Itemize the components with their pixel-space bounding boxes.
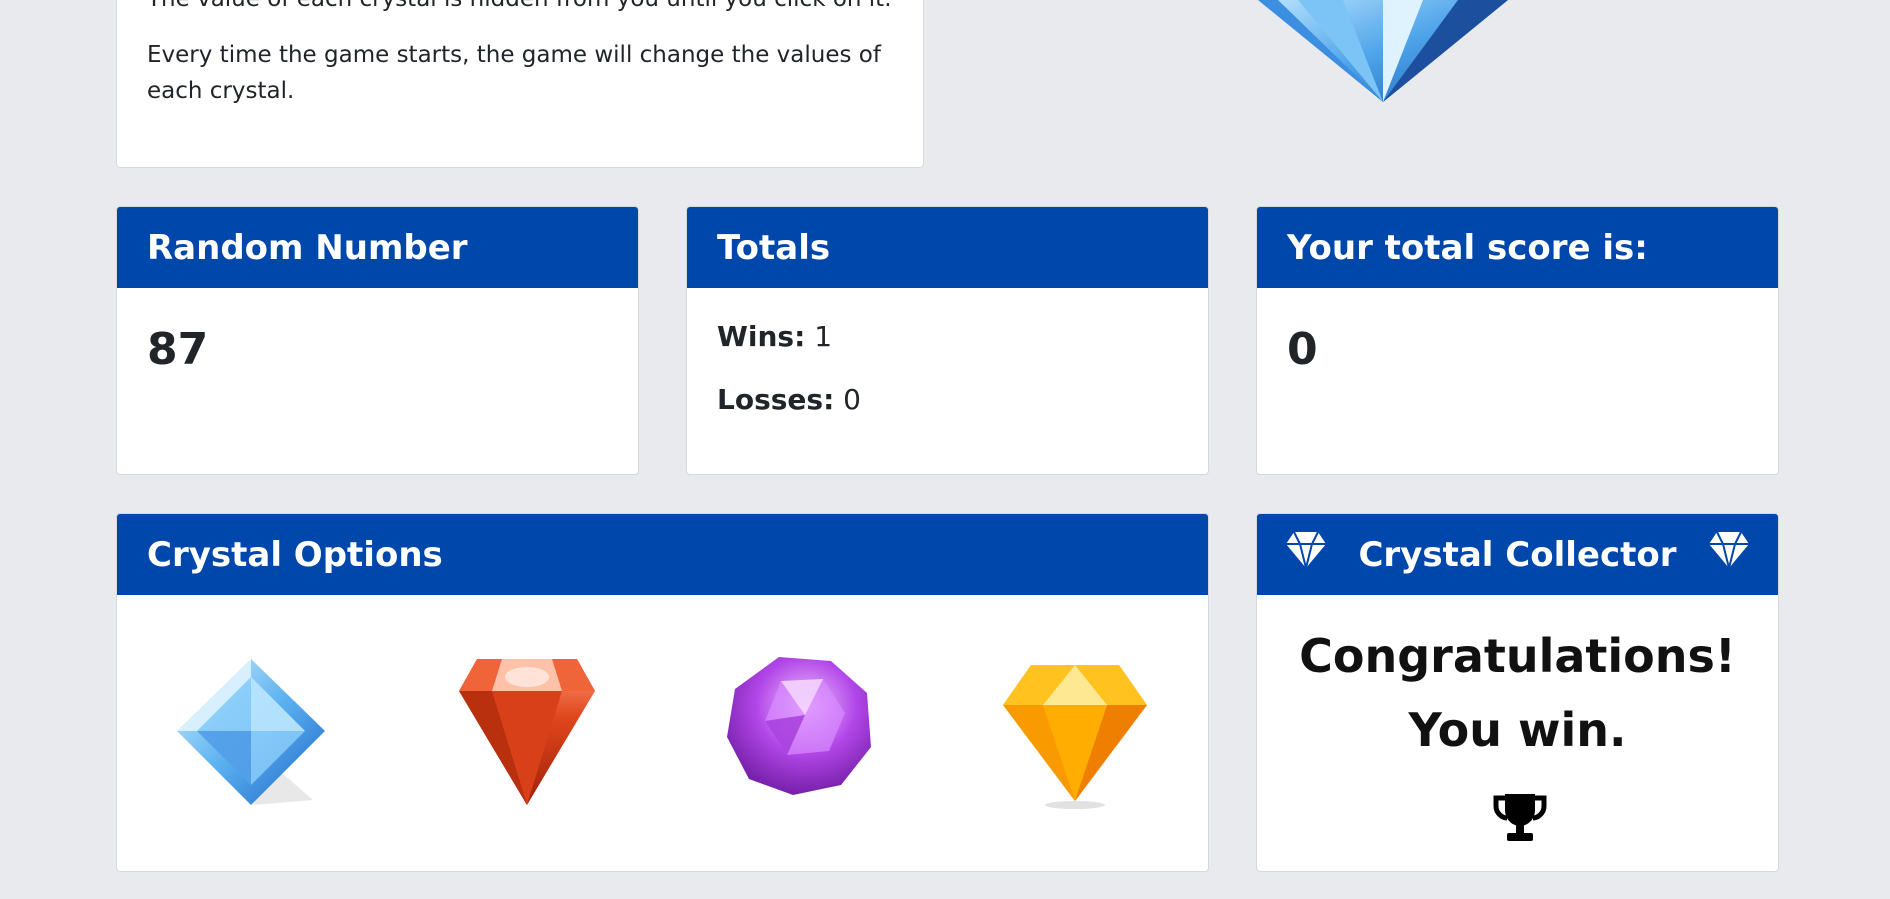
wins-label: Wins:: [717, 320, 806, 353]
page: The value of each crystal is hidden from…: [0, 0, 1890, 899]
instructions-line-2: Every time the game starts, the game wil…: [147, 42, 881, 104]
crystal-row: [117, 595, 1208, 871]
random-number-value: 87: [147, 324, 209, 375]
losses-value: 0: [843, 383, 861, 416]
trophy-icon: [1493, 794, 1547, 841]
score-card: Your total score is: 0: [1256, 206, 1779, 475]
wins-value: 1: [814, 320, 833, 353]
random-number-card: Random Number 87: [116, 206, 639, 475]
red-crystal-icon[interactable]: [447, 655, 607, 815]
yellow-crystal-icon[interactable]: [995, 655, 1155, 815]
hero-diamond-icon: [1258, 0, 1508, 102]
purple-crystal-icon[interactable]: [721, 655, 881, 815]
blue-crystal-icon[interactable]: [173, 655, 333, 815]
wins-row: Wins: 1: [687, 320, 1208, 353]
collector-header: Crystal Collector: [1257, 514, 1778, 595]
instructions-card: The value of each crystal is hidden from…: [116, 0, 924, 168]
score-value: 0: [1287, 324, 1318, 375]
win-message: You win.: [1408, 703, 1627, 757]
totals-card: Totals Wins: 1 Losses: 0: [686, 206, 1209, 475]
congratulations-message: Congratulations!: [1299, 629, 1736, 683]
diamond-icon: [1709, 531, 1749, 569]
losses-row: Losses: 0: [687, 383, 1208, 416]
totals-header: Totals: [687, 207, 1208, 288]
crystal-options-header: Crystal Options: [117, 514, 1208, 595]
instructions-line-1: The value of each crystal is hidden from…: [147, 0, 893, 17]
crystal-options-card: Crystal Options: [116, 513, 1209, 872]
diamond-icon: [1286, 531, 1326, 569]
collector-card: Crystal Collector Congratulations! You w…: [1256, 513, 1779, 872]
losses-label: Losses:: [717, 383, 835, 416]
collector-title: Crystal Collector: [1358, 534, 1677, 575]
random-number-header: Random Number: [117, 207, 638, 288]
score-header: Your total score is:: [1257, 207, 1778, 288]
